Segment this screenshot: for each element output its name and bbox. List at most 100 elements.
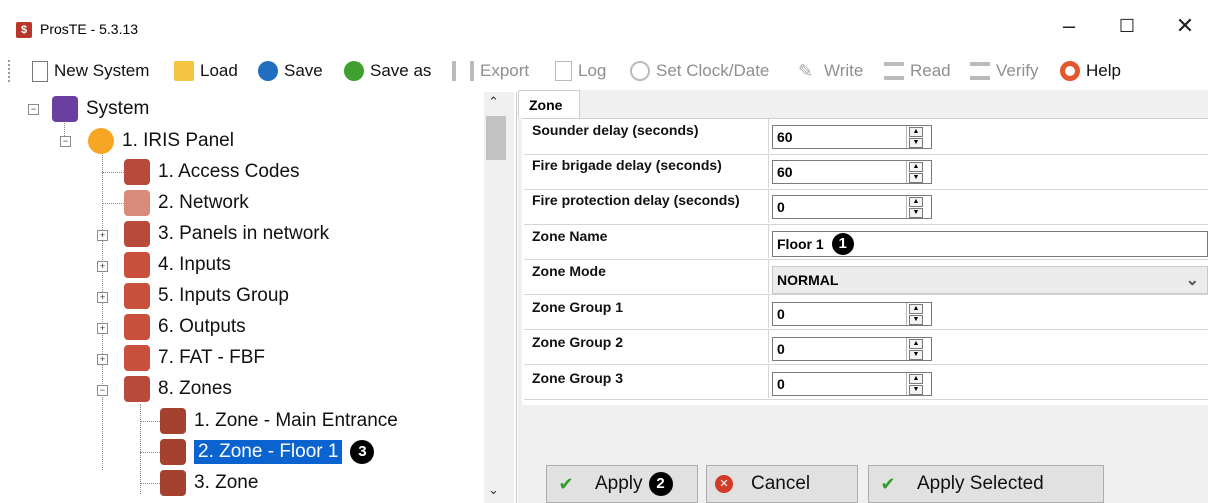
write-button[interactable]: ✎ Write <box>798 56 863 86</box>
tree-node-zone-floor-1-label: 2. Zone - Floor 1 <box>194 440 343 464</box>
load-button[interactable]: Load <box>174 56 238 86</box>
tree-node-zone-floor-1[interactable]: 2. Zone - Floor 1 3 <box>160 439 375 465</box>
save-button[interactable]: Save <box>258 56 323 86</box>
zone-name-value: Floor 1 <box>777 236 824 252</box>
set-clock-date-button[interactable]: Set Clock/Date <box>630 56 769 86</box>
cancel-button[interactable]: ✕ Cancel <box>706 465 858 503</box>
zone-mode-value: NORMAL <box>777 272 839 288</box>
folder-icon <box>174 61 194 81</box>
new-system-button[interactable]: New System <box>32 56 149 86</box>
verify-icon <box>970 62 990 80</box>
tree-connector <box>102 152 103 470</box>
input-arrow-icon <box>124 252 150 278</box>
zone-mode-select[interactable]: NORMAL ⌄ <box>772 266 1208 294</box>
tree-node-access-codes[interactable]: 1. Access Codes <box>124 159 300 185</box>
tree-scrollbar-thumb[interactable] <box>486 116 506 160</box>
tree-node-panels-in-network-label: 3. Panels in network <box>158 223 330 244</box>
tree-node-system[interactable]: System <box>52 96 149 122</box>
expand-outputs-toggle[interactable]: + <box>97 323 108 334</box>
read-label: Read <box>910 61 951 80</box>
read-button[interactable]: Read <box>884 56 951 86</box>
callout-badge-2: 2 <box>648 472 673 496</box>
tree-node-network[interactable]: 2. Network <box>124 190 249 216</box>
checkmark-icon: ✔ <box>558 473 574 494</box>
apply-label: Apply <box>595 473 643 494</box>
fire-protection-delay-spinner[interactable]: ▲ ▼ <box>906 196 925 218</box>
toolbar-grip <box>8 60 13 82</box>
collapse-panel-toggle[interactable]: − <box>60 136 71 147</box>
zone-group-2-label: Zone Group 2 <box>532 334 623 350</box>
save-label: Save <box>284 61 323 80</box>
tab-zone[interactable]: Zone <box>518 90 580 118</box>
zone-group-3-label: Zone Group 3 <box>532 370 623 386</box>
tree-node-inputs-group[interactable]: 5. Inputs Group <box>124 283 289 309</box>
expand-fat-fbf-toggle[interactable]: + <box>97 354 108 365</box>
sounder-delay-label: Sounder delay (seconds) <box>532 122 699 138</box>
window-title: ProsTE - 5.3.13 <box>40 21 139 37</box>
pencil-icon: ✎ <box>798 61 814 81</box>
tree-node-fat-fbf-label: 7. FAT - FBF <box>158 347 265 368</box>
tree-connector <box>102 203 124 204</box>
log-button[interactable]: Log <box>555 56 606 86</box>
read-icon <box>884 62 904 80</box>
export-button[interactable]: Export <box>452 56 529 86</box>
help-button[interactable]: Help <box>1060 56 1121 86</box>
tree-node-zone-main-entrance-label: 1. Zone - Main Entrance <box>194 410 398 431</box>
tree-node-network-label: 2. Network <box>158 192 249 213</box>
expand-inputs-toggle[interactable]: + <box>97 261 108 272</box>
export-label: Export <box>480 61 530 80</box>
cancel-x-icon: ✕ <box>715 475 733 493</box>
tree-node-inputs[interactable]: 4. Inputs <box>124 252 231 278</box>
tree-connector <box>140 404 141 494</box>
tree-connector <box>140 452 160 453</box>
collapse-system-toggle[interactable]: − <box>28 104 39 115</box>
zone-icon <box>160 408 186 434</box>
tree-node-access-codes-label: 1. Access Codes <box>158 161 300 182</box>
collapse-zones-toggle[interactable]: − <box>97 385 108 396</box>
write-label: Write <box>824 61 864 80</box>
expand-panels-toggle[interactable]: + <box>97 230 108 241</box>
key-icon <box>124 159 150 185</box>
cancel-label: Cancel <box>751 473 811 494</box>
tree-node-fat-fbf[interactable]: 7. FAT - FBF <box>124 345 265 371</box>
title-bar <box>0 0 1208 44</box>
tree-node-zone-main-entrance[interactable]: 1. Zone - Main Entrance <box>160 408 398 434</box>
zones-icon <box>124 376 150 402</box>
load-label: Load <box>200 61 238 80</box>
tree-connector <box>140 483 160 484</box>
verify-button[interactable]: Verify <box>970 56 1039 86</box>
save-as-button[interactable]: Save as <box>344 56 431 86</box>
scroll-up-icon[interactable]: ⌃ <box>488 94 499 110</box>
clock-icon <box>630 61 650 81</box>
zone-group-1-spinner[interactable]: ▲ ▼ <box>906 303 925 325</box>
tree-node-zones[interactable]: 8. Zones <box>124 376 232 402</box>
apply-selected-button[interactable]: ✔ Apply Selected <box>868 465 1104 503</box>
apply-button[interactable]: ✔ Apply 2 <box>546 465 698 503</box>
set-clock-date-label: Set Clock/Date <box>656 61 770 80</box>
tree-node-iris-panel[interactable]: 1. IRIS Panel <box>88 128 234 154</box>
tree-node-zone-3[interactable]: 3. Zone <box>160 470 258 496</box>
panels-icon <box>124 221 150 247</box>
tree-node-panels-in-network[interactable]: 3. Panels in network <box>124 221 329 247</box>
tree-node-zones-label: 8. Zones <box>158 378 232 399</box>
help-lifebuoy-icon <box>1060 61 1080 81</box>
maximize-icon[interactable]: ☐ <box>1104 10 1150 42</box>
save-icon <box>258 61 278 81</box>
tree-node-zone-3-label: 3. Zone <box>194 472 259 493</box>
tree-node-system-label: System <box>86 98 150 119</box>
help-label: Help <box>1086 61 1121 80</box>
zone-group-1-label: Zone Group 1 <box>532 299 623 315</box>
tree-connector <box>102 172 124 173</box>
zone-name-field[interactable]: Floor 1 1 <box>772 231 1208 257</box>
scroll-down-icon[interactable]: ⌄ <box>488 482 499 498</box>
close-icon[interactable]: ✕ <box>1162 10 1208 42</box>
minimize-icon[interactable]: – <box>1046 10 1092 42</box>
zone-group-2-spinner[interactable]: ▲ ▼ <box>906 338 925 360</box>
tree-node-inputs-group-label: 5. Inputs Group <box>158 285 289 306</box>
sounder-delay-spinner[interactable]: ▲ ▼ <box>906 126 925 148</box>
chevron-down-icon: ⌄ <box>1185 272 1199 289</box>
fire-brigade-delay-spinner[interactable]: ▲ ▼ <box>906 161 925 183</box>
zone-group-3-spinner[interactable]: ▲ ▼ <box>906 373 925 395</box>
tree-node-outputs[interactable]: 6. Outputs <box>124 314 246 340</box>
expand-inputs-group-toggle[interactable]: + <box>97 292 108 303</box>
